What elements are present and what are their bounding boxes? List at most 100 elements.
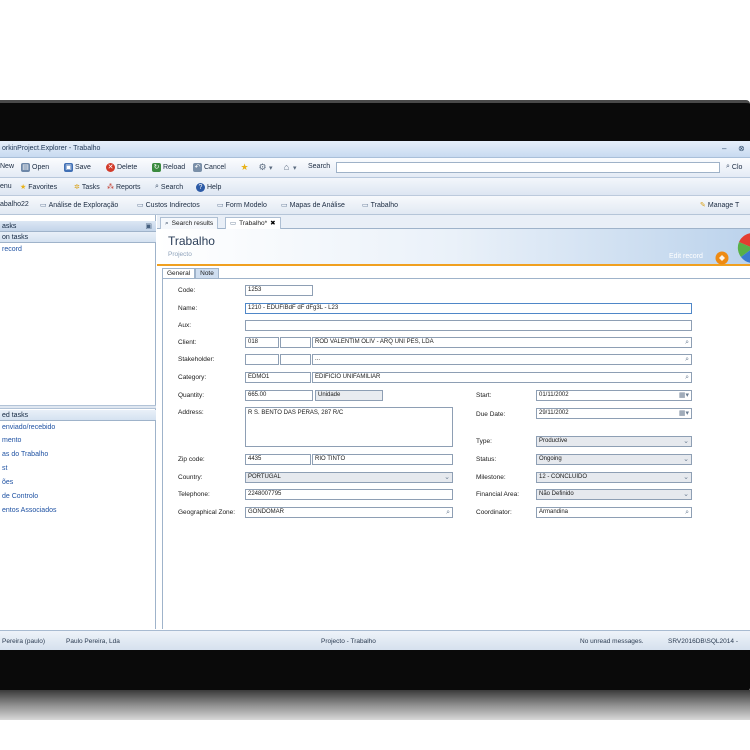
cancel-icon: ↶ <box>193 163 202 172</box>
shortcut-item[interactable]: ▭ Mapas de Análise <box>281 201 345 210</box>
geo-zone-label: Geographical Zone: <box>178 509 236 516</box>
start-label: Start: <box>476 392 492 399</box>
zip-field[interactable]: 4435 <box>245 454 311 465</box>
financial-area-label: Financial Area: <box>476 491 519 498</box>
search-icon[interactable]: ⌕ <box>446 508 450 517</box>
stakeholder-label: Stakeholder: <box>178 356 215 363</box>
form-icon: ▭ <box>217 202 224 209</box>
quantity-field[interactable]: 665.00 <box>245 390 313 401</box>
reload-button[interactable]: ↻ Reload <box>152 163 185 172</box>
type-select[interactable]: Productive ⌄ <box>536 436 692 447</box>
name-field[interactable]: 1210 - EDUFíBdF dF dFg3L - L23 <box>245 303 692 314</box>
status-company: Paulo Pereira, Lda <box>66 638 120 645</box>
search-icon: ⌕ <box>155 183 159 190</box>
edit-record-link[interactable]: Edit record <box>669 253 703 260</box>
aux-label: Aux: <box>178 322 192 329</box>
panel-link-record[interactable]: record <box>2 246 22 253</box>
chevron-down-icon: ▾ <box>293 164 297 172</box>
search-icon[interactable]: ⌕ <box>685 355 689 364</box>
menu-item-favorites[interactable]: ★ Favorites <box>20 183 57 192</box>
menu-item-menu[interactable]: enu <box>0 183 12 190</box>
stakeholder-code-field[interactable] <box>245 354 279 365</box>
delete-icon: ✕ <box>106 163 115 172</box>
chevron-down-icon: ⌄ <box>444 474 450 481</box>
chevron-down-icon: ⌄ <box>683 438 689 445</box>
title-bar: orkinProject.Explorer - Trabalho – ⊗ <box>0 141 750 158</box>
menu-item-help[interactable]: ? Help <box>196 183 221 192</box>
tab-search-results[interactable]: ⌕ Search results <box>160 217 219 229</box>
unit-field: Unidade <box>315 390 383 401</box>
shortcut-item[interactable]: ▭ Form Modelo <box>217 201 267 210</box>
edit-record-icon[interactable] <box>715 251 729 265</box>
search-icon[interactable]: ⌕ <box>685 338 689 347</box>
menu-item-tasks[interactable]: ✲ Tasks <box>74 183 100 192</box>
aux-field[interactable] <box>245 320 692 331</box>
related-task-link[interactable]: st <box>2 465 7 472</box>
open-icon: ▤ <box>21 163 30 172</box>
reports-icon: ⁂ <box>107 184 114 191</box>
pin-icon[interactable]: ▣ <box>145 221 152 232</box>
related-task-link[interactable]: entos Associados <box>2 507 56 514</box>
delete-button[interactable]: ✕ Delete <box>106 163 137 172</box>
related-task-link[interactable]: ões <box>2 479 13 486</box>
related-task-link[interactable]: as do Trabalho <box>2 451 48 458</box>
country-select[interactable]: PORTUGAL ⌄ <box>245 472 453 483</box>
minimize-icon[interactable]: – <box>722 144 726 153</box>
stakeholder-name-field[interactable]: ... ⌕ <box>312 354 692 365</box>
panel-splitter[interactable] <box>0 405 156 409</box>
form-icon: ▭ <box>137 202 144 209</box>
open-button[interactable]: ▤ Open <box>21 163 49 172</box>
milestone-select[interactable]: 12 - CONCLUÍDO ⌄ <box>536 472 692 483</box>
right-search-button[interactable]: ⌕ Clo <box>726 163 742 171</box>
related-task-link[interactable]: enviado/recebido <box>2 424 55 431</box>
help-icon: ? <box>196 183 205 192</box>
coordinator-label: Coordinator: <box>476 509 512 516</box>
search-input[interactable] <box>336 162 720 173</box>
related-task-link[interactable]: de Controlo <box>2 493 38 500</box>
manage-shortcuts-button[interactable]: ✎ Manage T <box>700 201 739 210</box>
country-label: Country: <box>178 474 203 481</box>
tab-trabalho[interactable]: ▭ Trabalho* ✖ <box>225 217 281 229</box>
favorite-star-button[interactable]: ★ <box>240 163 249 172</box>
shortcut-item[interactable]: ▭ Análise de Exploração <box>40 201 118 210</box>
due-date-label: Due Date: <box>476 411 506 418</box>
settings-dropdown[interactable]: ⚙ ▾ <box>258 163 272 172</box>
close-icon[interactable]: ⊗ <box>738 144 745 153</box>
reload-icon: ↻ <box>152 163 161 172</box>
client-name-field[interactable]: ROD VALENTIM OLIV - ARQ UNI PES, LDA ⌕ <box>312 337 692 348</box>
section-header: ed tasks <box>0 410 156 421</box>
start-date-field[interactable]: 01/11/2002 ▦▾ <box>536 390 692 401</box>
status-select[interactable]: Ongoing ⌄ <box>536 454 692 465</box>
close-tab-icon[interactable]: ✖ <box>270 218 275 229</box>
code-field[interactable]: 1253 <box>245 285 313 296</box>
calendar-icon[interactable]: ▦▾ <box>679 409 689 418</box>
calendar-icon[interactable]: ▦▾ <box>679 391 689 400</box>
stakeholder-extra-field[interactable] <box>280 354 311 365</box>
new-button[interactable]: New <box>0 163 14 170</box>
shortcut-item[interactable]: abalho22 <box>0 201 29 208</box>
menu-item-search[interactable]: ⌕ Search <box>155 183 183 191</box>
address-field[interactable]: R S. BENTO DAS PERAS, 287 R/C <box>245 407 453 447</box>
search-icon[interactable]: ⌕ <box>685 508 689 517</box>
tasks-icon: ✲ <box>74 184 80 191</box>
financial-area-select[interactable]: Não Definido ⌄ <box>536 489 692 500</box>
category-code-field[interactable]: EDMO1 <box>245 372 311 383</box>
shortcut-item[interactable]: ▭ Trabalho <box>362 201 398 210</box>
coordinator-field[interactable]: Armandina ⌕ <box>536 507 692 518</box>
geo-zone-field[interactable]: GONDOMAR ⌕ <box>245 507 453 518</box>
shortcut-item[interactable]: ▭ Custos Indirectos <box>137 201 200 210</box>
related-task-link[interactable]: mento <box>2 437 21 444</box>
search-icon[interactable]: ⌕ <box>685 373 689 382</box>
status-messages: No unread messages. <box>580 638 644 645</box>
menu-item-reports[interactable]: ⁂ Reports <box>107 183 141 192</box>
client-extra-field[interactable] <box>280 337 311 348</box>
telephone-field[interactable]: 2248007795 <box>245 489 453 500</box>
city-field[interactable]: RIO TINTO <box>312 454 453 465</box>
due-date-field[interactable]: 29/11/2002 ▦▾ <box>536 408 692 419</box>
save-button[interactable]: ▣ Save <box>64 163 91 172</box>
panel-header: asks ▣ <box>0 221 156 232</box>
home-dropdown[interactable]: ⌂ ▾ <box>282 163 297 172</box>
cancel-button[interactable]: ↶ Cancel <box>193 163 226 172</box>
client-code-field[interactable]: 018 <box>245 337 279 348</box>
category-name-field[interactable]: EDIFICIO UNIFAMILIAR ⌕ <box>312 372 692 383</box>
